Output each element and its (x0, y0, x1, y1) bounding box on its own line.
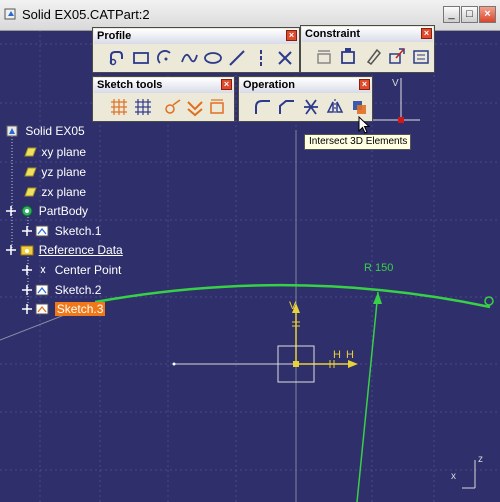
constraint-icon[interactable] (315, 46, 335, 66)
sketch-icon (35, 284, 49, 296)
construction-element-icon[interactable] (163, 97, 183, 117)
chamfer-icon[interactable] (277, 97, 297, 117)
expand-icon[interactable] (22, 225, 32, 236)
tree-label-zx-plane: zx plane (41, 184, 87, 199)
tree-item-center-point[interactable]: Center Point (22, 262, 121, 277)
constraint-toolbar[interactable]: Constraint × (300, 25, 435, 73)
operation-toolbar[interactable]: Operation × (238, 76, 373, 122)
maximize-button[interactable]: □ (461, 6, 478, 23)
geometrical-set-icon (20, 245, 34, 256)
tree-label-root: Solid EX05 (25, 123, 85, 138)
plane-icon (24, 147, 37, 157)
profile-toolbar-close-icon[interactable]: × (286, 30, 297, 41)
catia-window: R 150 H H V V x z Solid EX05.CATPart:2 _… (0, 0, 500, 502)
tree-item-yz-plane[interactable]: yz plane (22, 164, 86, 179)
expand-icon[interactable] (22, 284, 32, 295)
close-button[interactable]: × (479, 6, 496, 23)
mirror-icon[interactable] (325, 97, 345, 117)
tree-item-sketch-2[interactable]: Sketch.2 (22, 282, 101, 297)
intersect-3d-elements-icon[interactable] (349, 97, 369, 117)
sketch-origin-point (293, 361, 299, 367)
constraint-toolbar-close-icon[interactable]: × (421, 28, 432, 39)
compass-z-label: z (478, 454, 483, 465)
tree-label-center-point: Center Point (54, 262, 122, 277)
minimize-button[interactable]: _ (443, 6, 460, 23)
tree-item-xy-plane[interactable]: xy plane (22, 144, 86, 159)
tree-item-sketch-1[interactable]: Sketch.1 (22, 223, 101, 238)
rectangle-icon[interactable] (131, 48, 151, 68)
spline-icon[interactable] (179, 48, 199, 68)
edit-multi-constraint-icon[interactable] (411, 46, 431, 66)
catpart-icon (4, 8, 16, 20)
window-title: Solid EX05.CATPart:2 (22, 7, 150, 22)
sketch-tools-toolbar-title[interactable]: Sketch tools (94, 78, 233, 93)
h-label: H (333, 349, 341, 361)
tooltip: Intersect 3D Elements (304, 134, 411, 150)
tree-label-sketch-2: Sketch.2 (54, 282, 102, 297)
tree-item-partbody[interactable]: PartBody (6, 203, 88, 218)
tree-label-xy-plane: xy plane (41, 144, 87, 159)
cursor-icon (358, 116, 370, 134)
corner-v-label: V (392, 78, 399, 89)
operation-toolbar-close-icon[interactable]: × (359, 79, 370, 90)
tree-label-reference-data: Reference Data (38, 242, 123, 257)
body-gear-icon (21, 205, 33, 217)
operation-toolbar-title[interactable]: Operation (240, 78, 371, 93)
sketch-icon (35, 225, 49, 237)
tree-item-root[interactable]: Solid EX05 (6, 123, 85, 138)
sketch-tools-toolbar[interactable]: Sketch tools × (92, 76, 235, 122)
compass-x-label: x (451, 471, 456, 482)
tree-item-reference-data[interactable]: Reference Data (6, 242, 123, 257)
profile-toolbar[interactable]: Profile × (92, 27, 300, 73)
sketch-tools-toolbar-close-icon[interactable]: × (221, 79, 232, 90)
plane-icon (24, 167, 37, 177)
sketch-active-icon (35, 303, 49, 315)
grid-icon[interactable] (109, 97, 129, 117)
circle-icon[interactable] (155, 48, 175, 68)
constraint-toolbar-title[interactable]: Constraint (302, 27, 433, 42)
line-icon[interactable] (227, 48, 247, 68)
origin-point (398, 117, 404, 123)
tree-label-yz-plane: yz plane (41, 164, 87, 179)
profile-icon[interactable] (107, 48, 127, 68)
auto-constraint-icon[interactable] (363, 46, 383, 66)
plane-icon (24, 187, 37, 197)
point-icon[interactable] (275, 48, 295, 68)
trim-icon[interactable] (301, 97, 321, 117)
part-icon (6, 125, 18, 137)
radius-dim-line (356, 291, 379, 502)
expand-icon[interactable] (22, 264, 32, 275)
expand-icon[interactable] (22, 303, 32, 314)
axis-end-point (172, 362, 176, 366)
expand-icon[interactable] (6, 205, 16, 216)
point-tree-icon (40, 266, 46, 274)
fix-together-icon[interactable] (339, 46, 359, 66)
expand-icon[interactable] (6, 244, 16, 255)
tree-label-sketch-3: Sketch.3 (54, 301, 106, 316)
h-label-2: H (346, 349, 354, 361)
tree-label-sketch-1: Sketch.1 (54, 223, 102, 238)
dimensional-constraints-icon[interactable] (207, 97, 227, 117)
tree-item-sketch-3[interactable]: Sketch.3 (22, 301, 106, 316)
tree-label-partbody: PartBody (38, 203, 89, 218)
radius-label: R 150 (364, 262, 394, 274)
corner-icon[interactable] (253, 97, 273, 117)
tree-item-zx-plane[interactable]: zx plane (22, 184, 86, 199)
axis-icon[interactable] (251, 48, 271, 68)
arc-end-marker (484, 296, 494, 306)
ellipse-icon[interactable] (203, 48, 223, 68)
snap-to-point-icon[interactable] (133, 97, 153, 117)
profile-toolbar-title[interactable]: Profile (94, 29, 298, 44)
animate-constraint-icon[interactable] (387, 46, 407, 66)
v-label: V (289, 300, 297, 312)
geometrical-constraints-icon[interactable] (185, 97, 205, 117)
